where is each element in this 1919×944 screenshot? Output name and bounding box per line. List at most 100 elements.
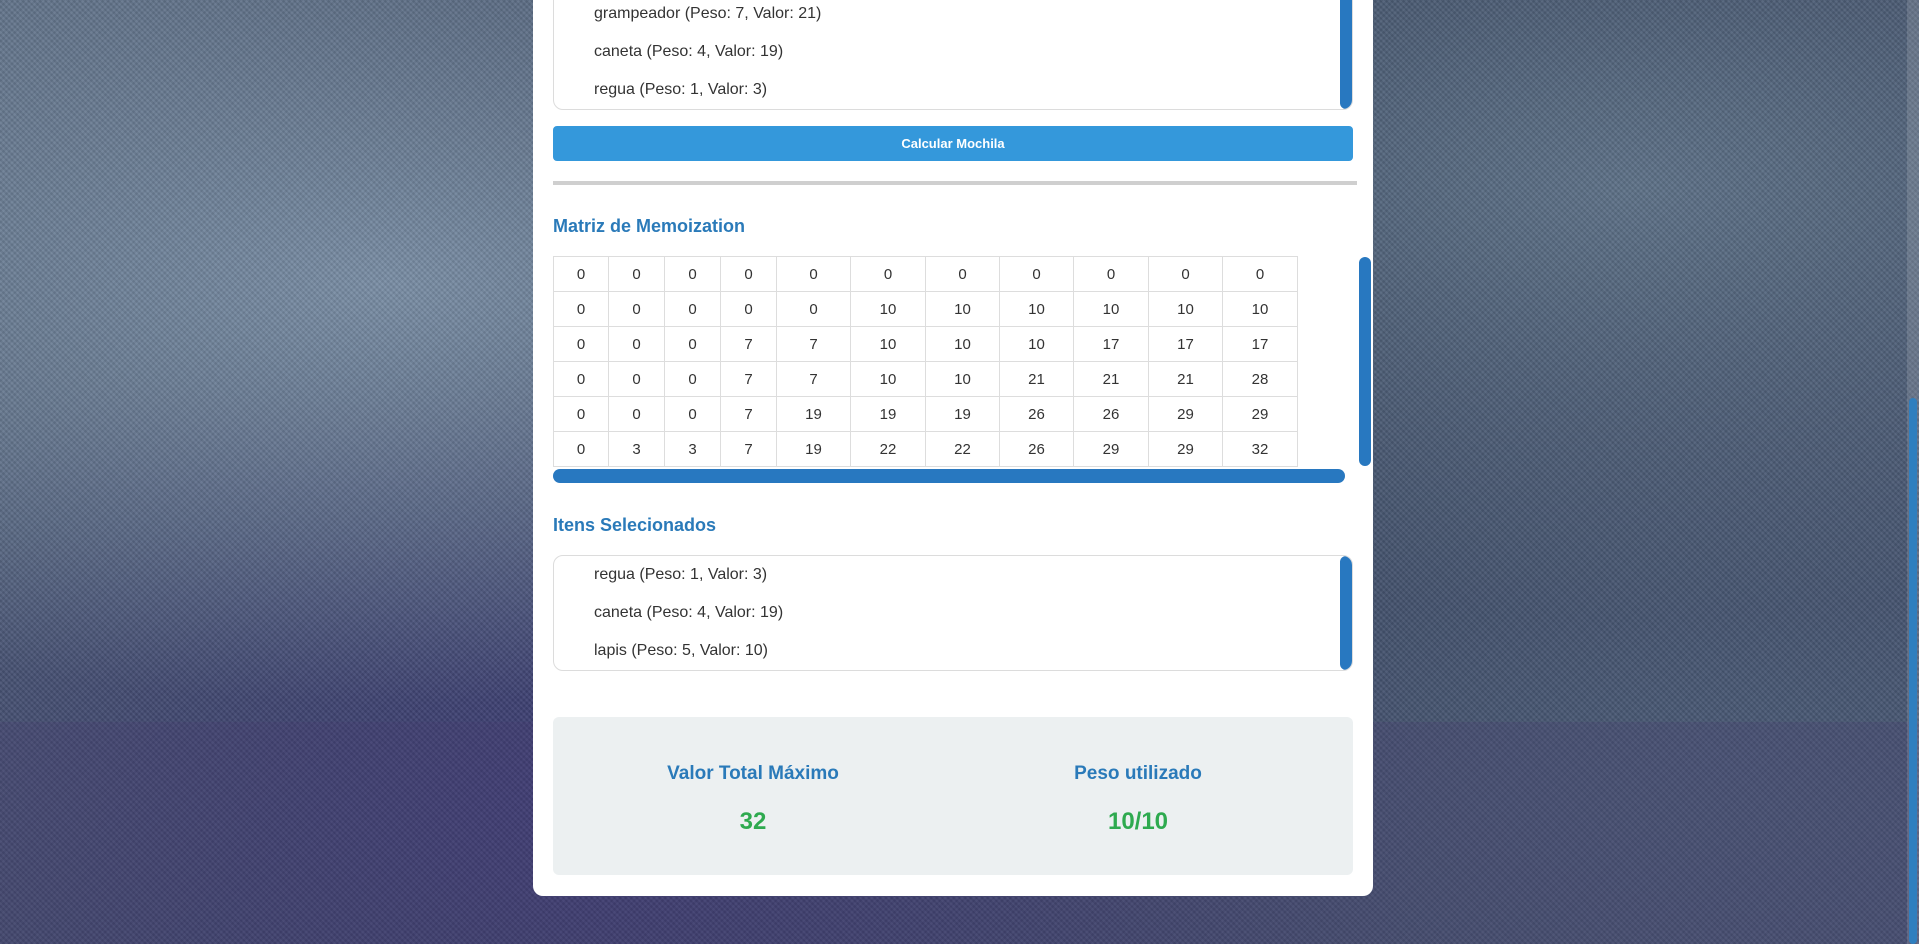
list-item: regua (Peso: 1, Valor: 3) — [594, 81, 768, 98]
matrix-cell: 7 — [720, 396, 777, 432]
matrix-cell: 0 — [664, 326, 721, 362]
summary-panel: Valor Total Máximo 32 Peso utilizado 10/… — [553, 717, 1353, 875]
matrix-cell: 22 — [925, 431, 1000, 467]
matrix-row: 0 0 0 0 0 10 10 10 10 10 10 — [553, 291, 1298, 327]
matrix-cell: 0 — [553, 431, 609, 467]
matrix-cell: 0 — [608, 291, 665, 327]
matrix-cell: 29 — [1073, 431, 1149, 467]
items-list-scrollbar[interactable] — [1340, 0, 1352, 109]
matrix-cell: 0 — [664, 396, 721, 432]
matrix-cell: 7 — [720, 431, 777, 467]
matrix-cell: 19 — [776, 431, 851, 467]
matrix-cell: 0 — [553, 361, 609, 397]
list-item: caneta (Peso: 4, Valor: 19) — [594, 604, 784, 621]
matrix-cell: 7 — [720, 326, 777, 362]
list-item: grampeador (Peso: 7, Valor: 21) — [594, 5, 822, 22]
matrix-cell: 17 — [1073, 326, 1149, 362]
weight-label: Peso utilizado — [1074, 763, 1202, 784]
matrix-cell: 7 — [776, 326, 851, 362]
matrix-cell: 21 — [1073, 361, 1149, 397]
matrix-cell: 3 — [608, 431, 665, 467]
matrix-cell: 0 — [850, 256, 926, 292]
selected-items-list[interactable]: regua (Peso: 1, Valor: 3) caneta (Peso: … — [553, 555, 1353, 671]
matrix-cell: 22 — [850, 431, 926, 467]
memo-matrix-container[interactable]: 0 0 0 0 0 0 0 0 0 0 0 0 0 0 0 0 10 10 10 10 10 10 0 0 0 7 7 10 10 10 1… — [553, 256, 1371, 484]
matrix-cell: 19 — [925, 396, 1000, 432]
matrix-row: 0 3 3 7 19 22 22 26 29 29 32 — [553, 431, 1298, 467]
matrix-cell: 17 — [1148, 326, 1223, 362]
matrix-cell: 26 — [999, 396, 1074, 432]
matrix-cell: 0 — [553, 256, 609, 292]
main-card: grampeador (Peso: 7, Valor: 21) caneta (… — [533, 0, 1373, 896]
matrix-cell: 0 — [553, 326, 609, 362]
matrix-cell: 26 — [999, 431, 1074, 467]
matrix-cell: 10 — [1148, 291, 1223, 327]
matrix-cell: 21 — [1148, 361, 1223, 397]
matrix-cell: 3 — [664, 431, 721, 467]
items-list[interactable]: grampeador (Peso: 7, Valor: 21) caneta (… — [553, 0, 1353, 110]
matrix-cell: 0 — [1148, 256, 1223, 292]
page-scrollbar-thumb[interactable] — [1909, 398, 1917, 944]
matrix-cell: 29 — [1222, 396, 1298, 432]
matrix-cell: 0 — [553, 291, 609, 327]
matrix-horizontal-scrollbar[interactable] — [553, 469, 1345, 483]
matrix-vertical-scrollbar[interactable] — [1359, 257, 1371, 466]
matrix-cell: 0 — [999, 256, 1074, 292]
matrix-cell: 0 — [776, 256, 851, 292]
matrix-cell: 19 — [850, 396, 926, 432]
matrix-cell: 0 — [608, 361, 665, 397]
matrix-cell: 10 — [999, 326, 1074, 362]
memo-title: Matriz de Memoization — [553, 216, 746, 236]
page-scrollbar[interactable] — [1907, 0, 1919, 944]
matrix-cell: 7 — [720, 361, 777, 397]
matrix-cell: 28 — [1222, 361, 1298, 397]
matrix-cell: 0 — [664, 361, 721, 397]
max-value-block: Valor Total Máximo 32 — [553, 717, 953, 875]
matrix-cell: 0 — [553, 396, 609, 432]
selected-title: Itens Selecionados — [553, 515, 717, 535]
matrix-cell: 10 — [925, 326, 1000, 362]
matrix-cell: 19 — [776, 396, 851, 432]
matrix-cell: 0 — [608, 256, 665, 292]
matrix-row: 0 0 0 7 19 19 19 26 26 29 29 — [553, 396, 1298, 432]
matrix-cell: 26 — [1073, 396, 1149, 432]
matrix-cell: 10 — [850, 326, 926, 362]
matrix-cell: 0 — [925, 256, 1000, 292]
matrix-cell: 10 — [925, 291, 1000, 327]
matrix-cell: 0 — [664, 256, 721, 292]
list-item: caneta (Peso: 4, Valor: 19) — [594, 43, 784, 60]
matrix-cell: 0 — [776, 291, 851, 327]
memo-matrix: 0 0 0 0 0 0 0 0 0 0 0 0 0 0 0 0 10 10 10 10 10 10 0 0 0 7 7 10 10 10 1… — [553, 256, 1298, 467]
calculate-button[interactable]: Calcular Mochila — [553, 126, 1353, 161]
matrix-cell: 0 — [720, 256, 777, 292]
matrix-cell: 7 — [776, 361, 851, 397]
matrix-cell: 0 — [664, 291, 721, 327]
matrix-cell: 29 — [1148, 431, 1223, 467]
matrix-cell: 29 — [1148, 396, 1223, 432]
matrix-cell: 10 — [999, 291, 1074, 327]
matrix-row: 00000000000 — [553, 256, 1298, 292]
matrix-cell: 10 — [1073, 291, 1149, 327]
matrix-cell: 21 — [999, 361, 1074, 397]
matrix-cell: 0 — [608, 396, 665, 432]
matrix-cell: 32 — [1222, 431, 1298, 467]
matrix-cell: 0 — [608, 326, 665, 362]
matrix-cell: 0 — [1073, 256, 1149, 292]
selected-list-scrollbar[interactable] — [1340, 556, 1352, 670]
matrix-cell: 10 — [925, 361, 1000, 397]
list-item: regua (Peso: 1, Valor: 3) — [594, 566, 768, 583]
matrix-cell: 10 — [850, 291, 926, 327]
matrix-row: 0 0 0 7 7 10 10 10 17 17 17 — [553, 326, 1298, 362]
matrix-cell: 0 — [1222, 256, 1298, 292]
max-value-label: Valor Total Máximo — [667, 763, 839, 784]
divider — [553, 181, 1357, 185]
matrix-cell: 10 — [850, 361, 926, 397]
matrix-row: 0 0 0 7 7 10 10 21 21 21 28 — [553, 361, 1298, 397]
weight-block: Peso utilizado 10/10 — [938, 717, 1338, 875]
matrix-cell: 10 — [1222, 291, 1298, 327]
list-item: lapis (Peso: 5, Valor: 10) — [594, 642, 769, 659]
matrix-cell: 17 — [1222, 326, 1298, 362]
weight-value: 10/10 — [1107, 808, 1169, 835]
max-value: 32 — [739, 808, 767, 835]
matrix-cell: 0 — [720, 291, 777, 327]
